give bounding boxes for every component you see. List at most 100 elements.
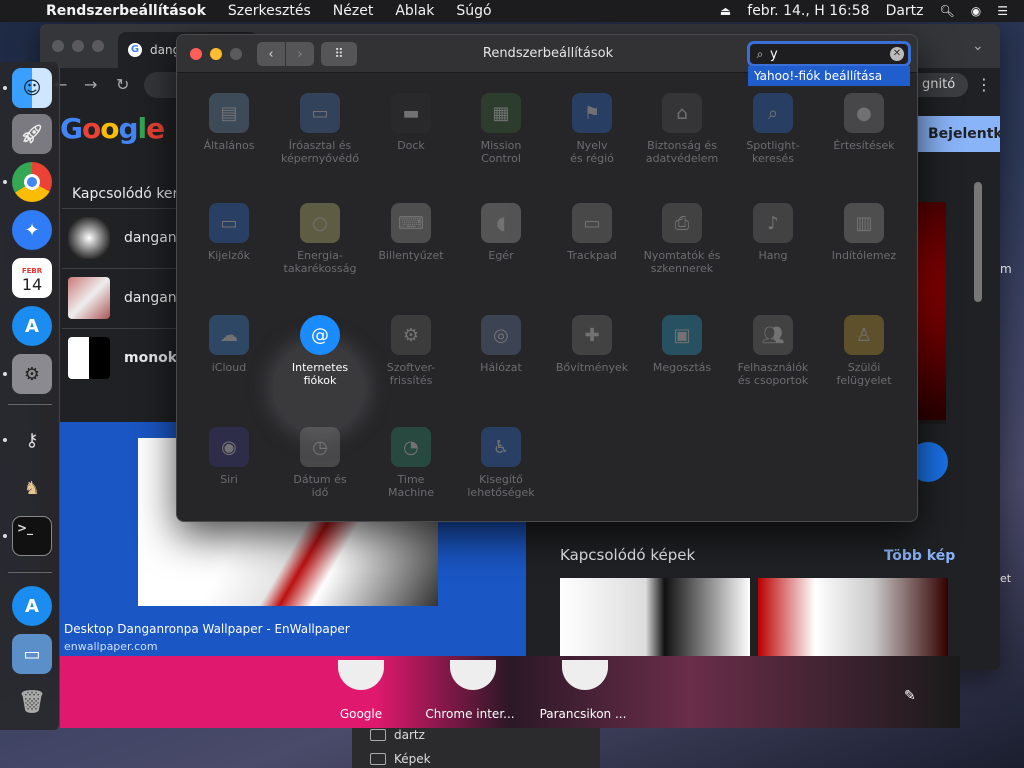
- vertical-scrollbar[interactable]: [974, 182, 982, 302]
- pref-pane[interactable]: ✚ Bővítmények: [547, 315, 637, 374]
- finder-icon[interactable]: ☺: [12, 68, 52, 108]
- spotlight-search-icon[interactable]: 🔍︎: [940, 4, 955, 18]
- pref-pane[interactable]: ○ Energia- takarékosság: [275, 203, 365, 275]
- pref-pane-label: Szoftver- frissítés: [386, 361, 436, 387]
- related-search-thumbnail: [68, 336, 110, 379]
- pref-pane[interactable]: ⌕ Spotlight- keresés: [728, 93, 818, 165]
- menu-app-name[interactable]: Rendszerbeállítások: [46, 3, 206, 19]
- result-url[interactable]: enwallpaper.com: [64, 640, 158, 653]
- google-doodle-logo[interactable]: Google: [60, 112, 165, 145]
- reload-icon[interactable]: ↻: [116, 75, 129, 94]
- forward-arrow-icon[interactable]: →: [84, 75, 97, 94]
- pref-pane[interactable]: @ Internetes fiókok: [275, 315, 365, 387]
- pref-pane[interactable]: ♿︎ Kisegítő lehetőségek: [456, 427, 546, 499]
- safari-compass-icon[interactable]: ✦: [12, 210, 52, 250]
- chrome-minimize-button[interactable]: [72, 40, 84, 52]
- related-search-text: danganr: [124, 289, 183, 306]
- calendar-icon[interactable]: FEBR 14: [12, 258, 52, 298]
- related-searches-heading: Kapcsolódó ker: [72, 186, 179, 202]
- result-title[interactable]: Desktop Danganronpa Wallpaper - EnWallpa…: [64, 622, 350, 636]
- pref-pane[interactable]: ▣ Megosztás: [637, 315, 727, 374]
- chrome-zoom-button[interactable]: [92, 40, 104, 52]
- menubar-clock[interactable]: febr. 14., H 16:58: [747, 3, 869, 19]
- pref-pane[interactable]: ♪ Hang: [728, 203, 818, 262]
- launchpad-rocket-icon[interactable]: 🚀︎: [12, 114, 52, 154]
- siri-menubar-icon[interactable]: ◉: [971, 4, 981, 18]
- shortcut-label-google[interactable]: Google: [301, 707, 421, 721]
- mission-control-icon: ▦: [481, 93, 521, 133]
- search-input[interactable]: y: [770, 47, 890, 62]
- menu-window[interactable]: Ablak: [395, 3, 434, 19]
- terminal-icon[interactable]: >_: [12, 516, 52, 556]
- trash-icon[interactable]: 🗑︎: [12, 682, 52, 722]
- pref-pane[interactable]: ⎙ Nyomtatók és szkennerek: [637, 203, 727, 275]
- pref-pane[interactable]: ⚙ Szoftver- frissítés: [366, 315, 456, 387]
- app-store-folder-icon[interactable]: A: [12, 586, 52, 626]
- keychain-keys-icon[interactable]: ⚷: [12, 420, 52, 460]
- control-list-icon[interactable]: ☰: [997, 4, 1008, 18]
- pref-pane[interactable]: ▭ Íróasztal és képernyővédő: [275, 93, 365, 165]
- background-window-fragment: et: [1000, 572, 1012, 585]
- menubar-user[interactable]: Dartz: [886, 3, 924, 19]
- documents-folder-icon[interactable]: ▭: [12, 634, 52, 674]
- show-all-button[interactable]: ⠿: [321, 42, 357, 66]
- finder-row-label: Képek: [394, 752, 431, 766]
- clear-search-icon[interactable]: ✕: [890, 47, 904, 61]
- pref-pane[interactable]: ▭ Kijelzők: [184, 203, 274, 262]
- pref-pane[interactable]: ▤ Általános: [184, 93, 274, 152]
- related-search-thumbnail: [68, 276, 110, 319]
- search-field[interactable]: ⌕ y ✕: [747, 41, 911, 67]
- trackpad-icon: ▭: [572, 203, 612, 243]
- printer-icon: ⎙: [662, 203, 702, 243]
- pref-pane-label: Nyelv és régió: [570, 139, 614, 165]
- zoom-button[interactable]: [230, 48, 242, 60]
- pref-pane[interactable]: ☁ iCloud: [184, 315, 274, 374]
- shortcut-label-chrome[interactable]: Chrome inter...: [410, 707, 530, 721]
- sign-in-button[interactable]: Bejelentk: [918, 116, 1000, 152]
- pref-pane[interactable]: ◎ Hálózat: [456, 315, 546, 374]
- dock-running-indicator: [3, 86, 7, 90]
- finder-sidebar-pictures[interactable]: Képek: [370, 752, 431, 766]
- pref-pane-label: Nyomtatók és szkennerek: [643, 249, 721, 275]
- search-suggestion-item[interactable]: Yahoo!-fiók beállítása: [748, 66, 910, 86]
- pref-pane[interactable]: 👥︎ Felhasználók és csoportok: [728, 315, 818, 387]
- chrome-close-button[interactable]: [52, 40, 64, 52]
- pref-pane[interactable]: ⌨ Billentyűzet: [366, 203, 456, 262]
- pref-pane[interactable]: ◷ Dátum és idő: [275, 427, 365, 499]
- system-preferences-gear-icon[interactable]: ⚙: [12, 354, 52, 394]
- chrome-menu-icon[interactable]: ⋮: [976, 75, 992, 94]
- pref-pane[interactable]: ▬ Dock: [366, 93, 456, 152]
- menu-view[interactable]: Nézet: [333, 3, 374, 19]
- finder-sidebar-home[interactable]: dartz: [370, 728, 425, 742]
- pref-pane-label: Felhasználók és csoportok: [737, 361, 809, 387]
- forward-button[interactable]: ›: [286, 42, 314, 66]
- chrome-icon[interactable]: [12, 162, 52, 202]
- close-button[interactable]: [190, 48, 202, 60]
- pref-pane[interactable]: ◉ Siri: [184, 427, 274, 486]
- siri-icon: ◉: [209, 427, 249, 467]
- pref-pane[interactable]: ● Értesítések: [819, 93, 909, 152]
- dock-running-indicator: [3, 372, 7, 376]
- related-images-heading: Kapcsolódó képek: [560, 546, 696, 564]
- menu-help[interactable]: Súgó: [456, 3, 491, 19]
- tab-search-chevron-icon[interactable]: ⌄: [972, 38, 984, 54]
- chess-icon[interactable]: ♞: [12, 468, 52, 508]
- customize-pencil-icon[interactable]: ✎: [904, 688, 916, 704]
- pref-pane[interactable]: ▦ Mission Control: [456, 93, 546, 165]
- back-button[interactable]: ‹: [257, 42, 285, 66]
- menu-edit[interactable]: Szerkesztés: [228, 3, 311, 19]
- eject-icon[interactable]: ⏏: [720, 4, 731, 18]
- pref-pane[interactable]: ▥ Indítólemez: [819, 203, 909, 262]
- shortcut-label-add[interactable]: Parancsikon ...: [523, 707, 643, 721]
- mouse-icon: ◖: [481, 203, 521, 243]
- pref-pane[interactable]: ⌂ Biztonság és adatvédelem: [637, 93, 727, 165]
- more-images-link[interactable]: Több kép: [884, 548, 955, 564]
- pref-pane[interactable]: ⚑ Nyelv és régió: [547, 93, 637, 165]
- app-store-icon[interactable]: A: [12, 306, 52, 346]
- pref-pane[interactable]: ◖ Egér: [456, 203, 546, 262]
- pref-pane[interactable]: ◔ Time Machine: [366, 427, 456, 499]
- minimize-button[interactable]: [210, 48, 222, 60]
- pref-pane[interactable]: ♙ Szülői felügyelet: [819, 315, 909, 387]
- clock-calendar-icon: ◷: [300, 427, 340, 467]
- pref-pane[interactable]: ▭ Trackpad: [547, 203, 637, 262]
